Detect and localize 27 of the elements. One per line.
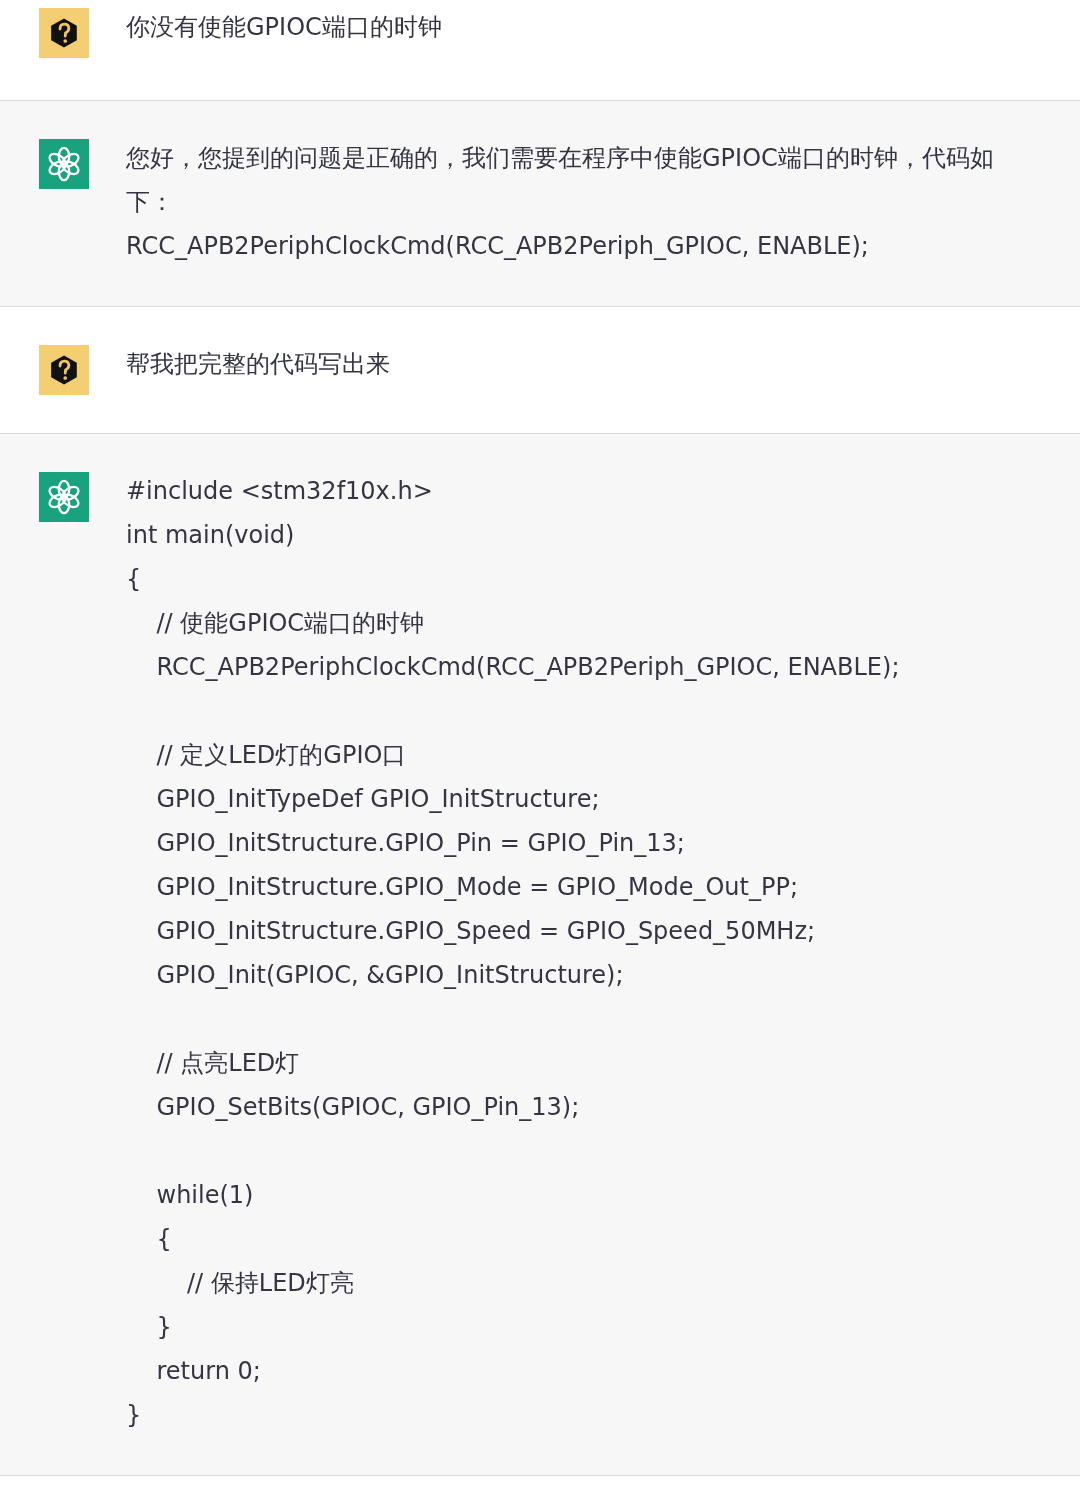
message-text: // 定义LED灯的GPIO口 — [155, 740, 408, 771]
message-text: GPIO_InitStructure.GPIO_Mode = GPIO_Mode_Out_PP; — [155, 872, 799, 903]
question-mark-icon — [39, 345, 89, 395]
message-text: } — [155, 1312, 173, 1343]
message-text: { — [155, 1224, 173, 1255]
message-text: RCC_APB2PeriphClockCmd(RCC_APB2Periph_GPIOC, ENABLE); — [126, 231, 870, 262]
message-text: 你没有使能GPIOC端口的时钟 — [126, 12, 443, 43]
message-text: int main(void) — [126, 520, 296, 551]
message-text: GPIO_InitStructure.GPIO_Speed = GPIO_Speed_50MHz; — [155, 916, 817, 947]
knot-logo-icon — [39, 139, 89, 189]
message-text: GPIO_InitTypeDef GPIO_InitStructure; — [155, 784, 601, 815]
message-text: GPIO_SetBits(GPIOC, GPIO_Pin_13); — [155, 1092, 581, 1123]
message-text: GPIO_InitStructure.GPIO_Pin = GPIO_Pin_13; — [155, 828, 686, 859]
knot-logo-icon — [39, 472, 89, 522]
message-text: #include <stm32f10x.h> — [126, 476, 434, 507]
message-text: while(1) — [155, 1180, 255, 1211]
message-text: { — [126, 564, 143, 595]
message-text: // 点亮LED灯 — [155, 1048, 301, 1079]
message-text: RCC_APB2PeriphClockCmd(RCC_APB2Periph_GPIOC, ENABLE); — [155, 652, 901, 683]
message-text: return 0; — [155, 1356, 262, 1387]
message-text: 帮我把完整的代码写出来 — [126, 349, 391, 380]
message-text: // 使能GPIOC端口的时钟 — [155, 608, 426, 639]
message-text: GPIO_Init(GPIOC, &GPIO_InitStructure); — [155, 960, 625, 991]
question-mark-icon — [39, 8, 89, 58]
message-text: 您好，您提到的问题是正确的，我们需要在程序中使能GPIOC端口的时钟，代码如下： — [126, 143, 995, 218]
message-text: } — [126, 1400, 143, 1431]
message-text: // 保持LED灯亮 — [186, 1268, 355, 1299]
